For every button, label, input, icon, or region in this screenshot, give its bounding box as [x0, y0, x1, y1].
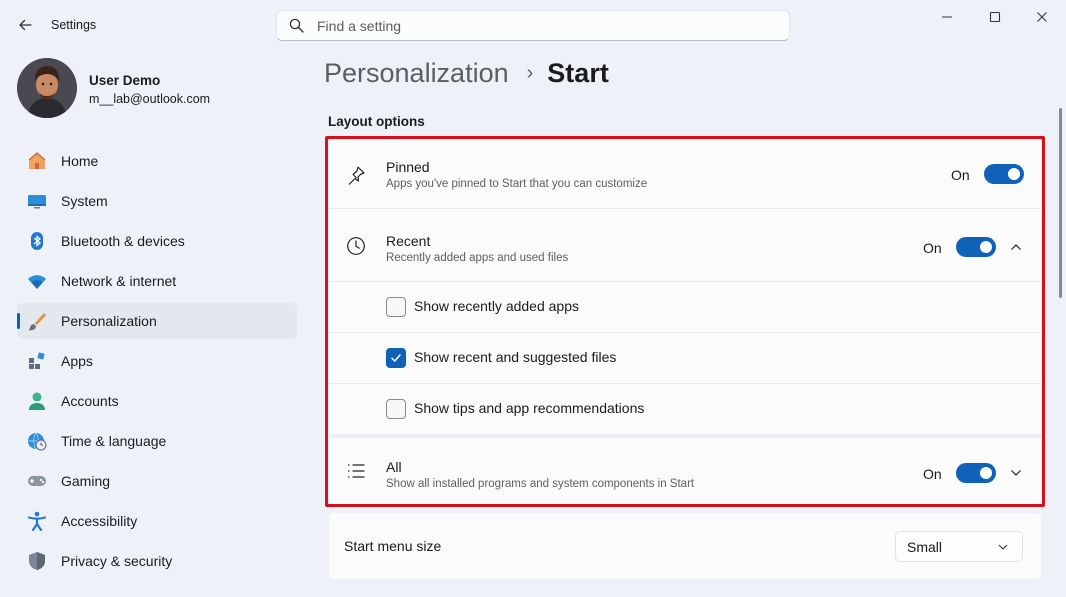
- accessibility-icon: [26, 510, 48, 532]
- chevron-up-icon[interactable]: [1008, 239, 1024, 255]
- start-menu-size-card: Start menu size Small: [329, 513, 1041, 579]
- globe-clock-icon: [26, 430, 48, 452]
- checkbox-label: Show tips and app recommendations: [414, 400, 645, 416]
- apps-icon: [26, 350, 48, 372]
- recent-option-row: Show tips and app recommendations: [329, 384, 1041, 434]
- all-row[interactable]: All Show all installed programs and syst…: [329, 438, 1041, 504]
- home-icon: [26, 150, 48, 172]
- pinned-title: Pinned: [386, 159, 430, 175]
- close-icon: [1037, 12, 1047, 22]
- checkbox-label: Show recent and suggested files: [414, 349, 617, 365]
- app-title: Settings: [51, 18, 97, 32]
- dropdown-value: Small: [907, 539, 943, 555]
- minimize-button[interactable]: [924, 2, 970, 32]
- avatar: [17, 58, 77, 118]
- all-toggle-state: On: [923, 466, 942, 482]
- recent-option-row: Show recently added apps: [329, 282, 1041, 332]
- maximize-button[interactable]: [972, 2, 1018, 32]
- all-description: Show all installed programs and system c…: [386, 478, 695, 490]
- sidebar-item-time-language[interactable]: Time & language: [17, 423, 297, 459]
- sidebar-item-apps[interactable]: Apps: [17, 343, 297, 379]
- recent-toggle-state: On: [923, 240, 942, 256]
- sidebar-item-system[interactable]: System: [17, 183, 297, 219]
- user-email: m__lab@outlook.com: [89, 92, 211, 106]
- sidebar-item-personalization[interactable]: Personalization: [17, 303, 297, 339]
- all-toggle[interactable]: [956, 463, 996, 483]
- recent-option-row: Show recent and suggested files: [329, 333, 1041, 383]
- list-icon: [345, 460, 367, 482]
- shield-icon: [26, 550, 48, 572]
- sidebar-item-accounts[interactable]: Accounts: [17, 383, 297, 419]
- start-menu-size-dropdown[interactable]: Small: [895, 531, 1023, 562]
- title-bar: Settings Find a setting: [0, 0, 1066, 50]
- user-name: User Demo: [89, 73, 161, 88]
- show-recent-suggested-files-checkbox[interactable]: [386, 348, 406, 368]
- scrollbar[interactable]: [1059, 108, 1062, 298]
- show-recently-added-apps-checkbox[interactable]: [386, 297, 406, 317]
- breadcrumb-separator: ›: [526, 62, 534, 84]
- pinned-row: Pinned Apps you've pinned to Start that …: [329, 140, 1041, 208]
- page-title: Start: [547, 58, 609, 88]
- back-arrow-icon: [19, 19, 32, 31]
- gamepad-icon: [26, 470, 48, 492]
- search-icon: [289, 18, 305, 34]
- brush-icon: [26, 310, 48, 332]
- recent-description: Recently added apps and used files: [386, 252, 569, 264]
- chevron-down-icon: [996, 540, 1010, 554]
- clock-icon: [345, 235, 367, 257]
- chevron-down-icon[interactable]: [1008, 465, 1024, 481]
- close-button[interactable]: [1019, 2, 1065, 32]
- pinned-toggle-state: On: [951, 167, 970, 183]
- start-menu-size-label: Start menu size: [344, 538, 442, 554]
- system-icon: [26, 190, 48, 212]
- search-input[interactable]: Find a setting: [317, 18, 401, 34]
- sidebar-item-home[interactable]: Home: [17, 143, 297, 179]
- section-title: Layout options: [328, 114, 425, 129]
- sidebar-item-network[interactable]: Network & internet: [17, 263, 297, 299]
- maximize-icon: [989, 11, 1001, 23]
- divider: [329, 208, 1041, 209]
- recent-title: Recent: [386, 233, 431, 249]
- accounts-icon: [26, 390, 48, 412]
- toggle-knob: [980, 467, 992, 479]
- wifi-icon: [26, 270, 48, 292]
- sidebar-item-privacy-security[interactable]: Privacy & security: [17, 543, 297, 579]
- all-title: All: [386, 459, 402, 475]
- minimize-icon: [942, 16, 952, 18]
- recent-row[interactable]: Recent Recently added apps and used file…: [329, 212, 1041, 282]
- sidebar-item-bluetooth[interactable]: Bluetooth & devices: [17, 223, 297, 259]
- toggle-knob: [1008, 168, 1020, 180]
- back-button[interactable]: [10, 12, 40, 38]
- recent-toggle[interactable]: [956, 237, 996, 257]
- breadcrumb: Personalization › Start: [324, 58, 609, 89]
- toggle-knob: [980, 241, 992, 253]
- sidebar-nav: Home System Bluetooth & devices Network …: [17, 143, 297, 583]
- checkbox-label: Show recently added apps: [414, 298, 579, 314]
- sidebar-item-accessibility[interactable]: Accessibility: [17, 503, 297, 539]
- pinned-toggle[interactable]: [984, 164, 1024, 184]
- bluetooth-icon: [26, 230, 48, 252]
- checkmark-icon: [391, 354, 401, 362]
- pinned-description: Apps you've pinned to Start that you can…: [386, 178, 648, 190]
- pin-icon: [345, 164, 367, 186]
- sidebar-item-gaming[interactable]: Gaming: [17, 463, 297, 499]
- show-tips-recommendations-checkbox[interactable]: [386, 399, 406, 419]
- layout-options-card: Pinned Apps you've pinned to Start that …: [329, 140, 1041, 504]
- breadcrumb-parent[interactable]: Personalization: [324, 58, 509, 89]
- search-box[interactable]: Find a setting: [276, 10, 790, 41]
